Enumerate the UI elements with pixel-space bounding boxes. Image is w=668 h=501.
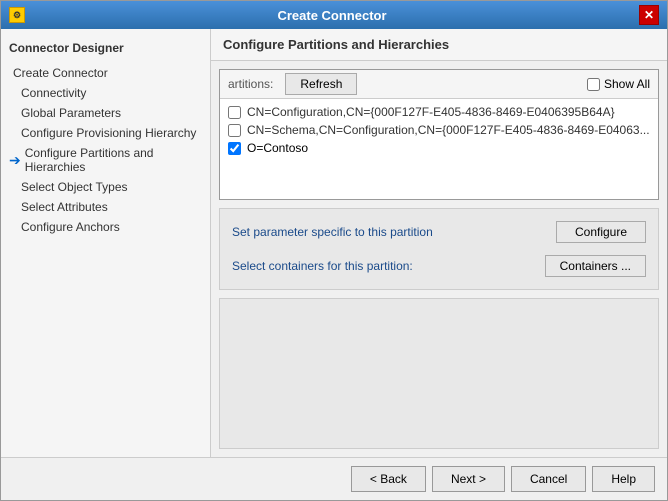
sidebar-item-label: Configure Partitions and Hierarchies (25, 146, 198, 174)
sidebar-item-global-parameters[interactable]: Global Parameters (1, 103, 210, 123)
empty-area (219, 298, 659, 449)
content-area: Connector Designer Create Connector Conn… (1, 29, 667, 457)
next-button[interactable]: Next > (432, 466, 505, 492)
partition-checkbox-3[interactable] (228, 142, 241, 155)
select-containers-row: Select containers for this partition: Co… (232, 255, 646, 277)
window-title: Create Connector (25, 8, 639, 23)
partition-list: CN=Configuration,CN={000F127F-E405-4836-… (220, 99, 658, 199)
show-all-label: Show All (604, 77, 650, 91)
sidebar-item-label: Global Parameters (21, 106, 121, 120)
sidebar-item-create-connector[interactable]: Create Connector (1, 63, 210, 83)
sidebar-item-configure-partitions[interactable]: ➔ Configure Partitions and Hierarchies (1, 143, 210, 177)
set-parameter-label: Set parameter specific to this partition (232, 225, 433, 239)
panel-header: Configure Partitions and Hierarchies (211, 29, 667, 61)
sidebar-item-connectivity[interactable]: Connectivity (1, 83, 210, 103)
close-button[interactable]: ✕ (639, 5, 659, 25)
arrow-icon: ➔ (9, 152, 21, 169)
back-button[interactable]: < Back (351, 466, 426, 492)
refresh-button[interactable]: Refresh (285, 73, 357, 95)
show-all-area: Show All (587, 77, 658, 91)
main-window: ⚙ Create Connector ✕ Connector Designer … (0, 0, 668, 501)
partitions-label: artitions: (220, 73, 281, 95)
show-all-checkbox[interactable] (587, 78, 600, 91)
configure-button[interactable]: Configure (556, 221, 646, 243)
set-parameter-row: Set parameter specific to this partition… (232, 221, 646, 243)
help-button[interactable]: Help (592, 466, 655, 492)
panel-content: artitions: Refresh Show All CN=Configura… (211, 61, 667, 457)
sidebar-item-label: Connectivity (21, 86, 86, 100)
sidebar-item-select-object-types[interactable]: Select Object Types (1, 177, 210, 197)
sidebar-item-configure-anchors[interactable]: Configure Anchors (1, 217, 210, 237)
cancel-button[interactable]: Cancel (511, 466, 586, 492)
sidebar-item-select-attributes[interactable]: Select Attributes (1, 197, 210, 217)
sidebar-item-configure-provisioning-hierarchy[interactable]: Configure Provisioning Hierarchy (1, 123, 210, 143)
partition-label-3: O=Contoso (247, 141, 308, 155)
partition-checkbox-2[interactable] (228, 124, 241, 137)
partitions-box: artitions: Refresh Show All CN=Configura… (219, 69, 659, 200)
partition-label-1: CN=Configuration,CN={000F127F-E405-4836-… (247, 105, 615, 119)
partitions-toolbar: artitions: Refresh Show All (220, 70, 658, 99)
partition-item: O=Contoso (224, 139, 654, 157)
footer: < Back Next > Cancel Help (1, 457, 667, 500)
sidebar-item-label: Configure Anchors (21, 220, 120, 234)
partition-label-2: CN=Schema,CN=Configuration,CN={000F127F-… (247, 123, 650, 137)
title-bar: ⚙ Create Connector ✕ (1, 1, 667, 29)
main-panel: Configure Partitions and Hierarchies art… (211, 29, 667, 457)
sidebar-item-label: Configure Provisioning Hierarchy (21, 126, 196, 140)
partition-item: CN=Schema,CN=Configuration,CN={000F127F-… (224, 121, 654, 139)
select-containers-label: Select containers for this partition: (232, 259, 413, 273)
containers-button[interactable]: Containers ... (545, 255, 646, 277)
settings-area: Set parameter specific to this partition… (219, 208, 659, 290)
partition-item: CN=Configuration,CN={000F127F-E405-4836-… (224, 103, 654, 121)
sidebar: Connector Designer Create Connector Conn… (1, 29, 211, 457)
sidebar-item-label: Select Attributes (21, 200, 108, 214)
sidebar-item-label: Select Object Types (21, 180, 128, 194)
sidebar-item-label: Create Connector (13, 66, 108, 80)
sidebar-header: Connector Designer (1, 37, 210, 59)
app-icon: ⚙ (9, 7, 25, 23)
partition-checkbox-1[interactable] (228, 106, 241, 119)
